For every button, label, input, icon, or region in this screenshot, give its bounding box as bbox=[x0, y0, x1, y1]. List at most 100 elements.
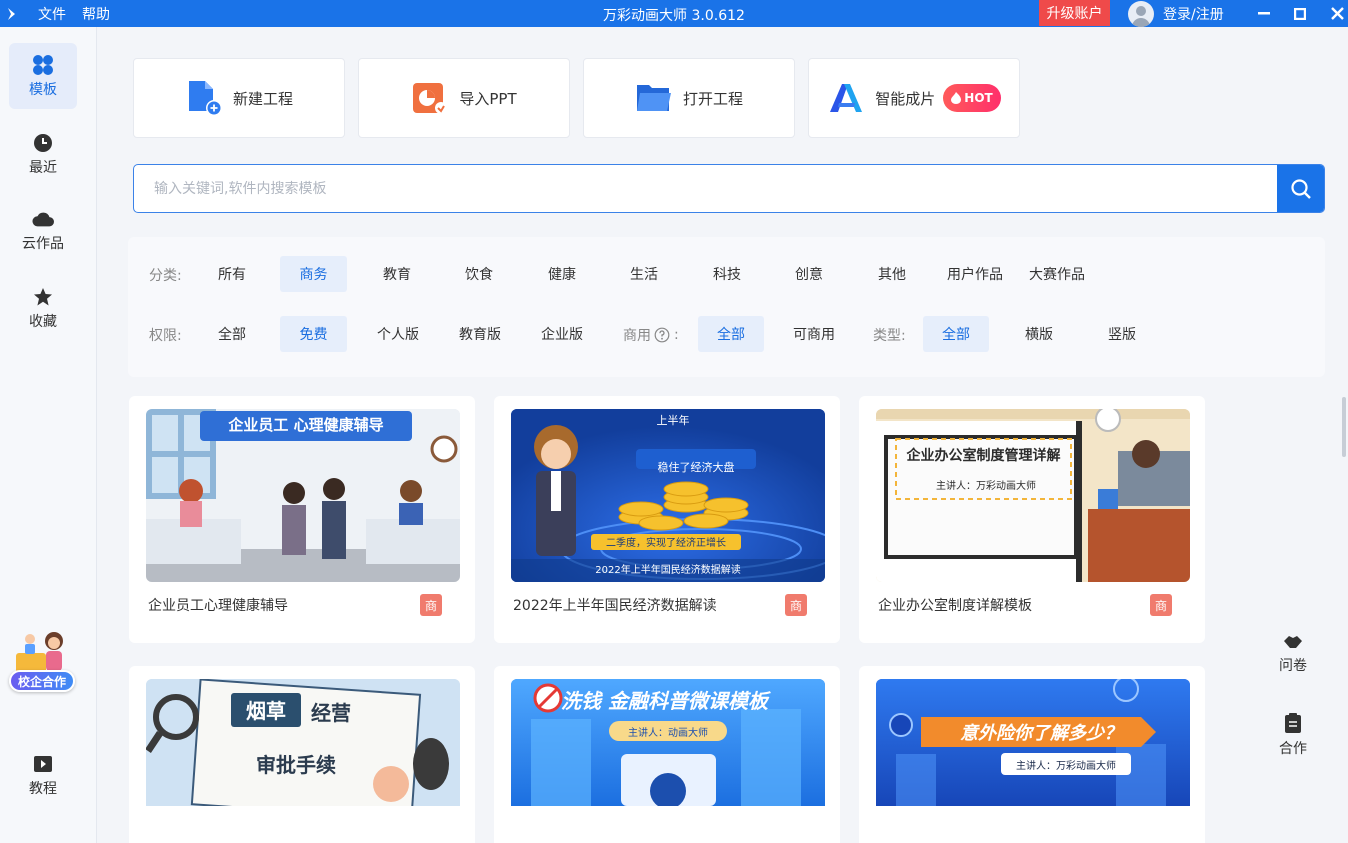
thumbnail-subtitle: 主讲人：万彩动画大师 bbox=[936, 481, 1036, 492]
scrollbar-thumb[interactable] bbox=[1342, 397, 1346, 457]
help-icon[interactable] bbox=[654, 327, 670, 343]
commercial-option-selected[interactable]: 全部 bbox=[698, 316, 764, 352]
grid-icon bbox=[32, 54, 54, 76]
category-option[interactable]: 生活 bbox=[623, 256, 665, 292]
category-option[interactable]: 其他 bbox=[871, 256, 913, 292]
search-input[interactable] bbox=[134, 165, 1278, 212]
category-option[interactable]: 教育 bbox=[376, 256, 418, 292]
template-name: 企业员工心理健康辅导 bbox=[148, 598, 288, 614]
template-thumbnail: 意外险你了解多少？ 主讲人：万彩动画大师 bbox=[876, 679, 1190, 806]
type-option[interactable]: 竖版 bbox=[1101, 316, 1143, 352]
cloud-icon bbox=[32, 208, 54, 230]
permission-option-selected[interactable]: 免费 bbox=[280, 316, 347, 352]
template-thumbnail: 企业员工 心理健康辅导 bbox=[146, 409, 460, 582]
search-icon bbox=[1290, 178, 1311, 199]
template-thumbnail: 上半年 稳住了经济大盘 二季度，实现了经济正增长 2022年上半年国民经济数据解… bbox=[511, 409, 825, 582]
template-card[interactable]: 意外险你了解多少？ 主讲人：万彩动画大师 bbox=[859, 666, 1205, 843]
thumbnail-title: 烟草 bbox=[246, 699, 286, 723]
template-name: 2022年上半年国民经济数据解读 bbox=[513, 598, 717, 614]
commercial-label: 商用 bbox=[623, 328, 651, 344]
type-option[interactable]: 横版 bbox=[1018, 316, 1060, 352]
new-file-icon bbox=[185, 79, 223, 117]
type-label: 类型: bbox=[873, 328, 906, 344]
sidebar-item-templates[interactable]: 模板 bbox=[9, 43, 77, 109]
category-filter-row: 分类: 所有 商务 教育 饮食 健康 生活 科技 创意 其他 用户作品 大赛作品 bbox=[128, 256, 1325, 292]
commercial-option[interactable]: 可商用 bbox=[786, 316, 842, 352]
sidebar-item-recent[interactable]: 最近 bbox=[9, 121, 77, 187]
thumbnail-title: 企业员工 心理健康辅导 bbox=[228, 416, 384, 434]
survey-button[interactable]: 问卷 bbox=[1271, 633, 1315, 675]
filter-panel: 分类: 所有 商务 教育 饮食 健康 生活 科技 创意 其他 用户作品 大赛作品… bbox=[128, 237, 1325, 377]
commercial-badge: 商 bbox=[785, 594, 807, 616]
category-option[interactable]: 所有 bbox=[211, 256, 253, 292]
template-name: 企业办公室制度详解模板 bbox=[878, 598, 1032, 614]
search-bar bbox=[133, 164, 1325, 213]
sidebar-item-label: 云作品 bbox=[22, 235, 64, 252]
survey-label: 问卷 bbox=[1279, 658, 1307, 674]
category-option[interactable]: 创意 bbox=[788, 256, 830, 292]
sidebar-item-label: 最近 bbox=[29, 159, 57, 176]
menu-file[interactable]: 文件 bbox=[38, 4, 66, 24]
category-option[interactable]: 用户作品 bbox=[940, 256, 1010, 292]
template-card[interactable]: 企业办公室制度管理详解 主讲人：万彩动画大师 企业办公室制度详解模板 商 bbox=[859, 396, 1205, 643]
open-project-label: 打开工程 bbox=[682, 89, 743, 108]
category-option[interactable]: 饮食 bbox=[458, 256, 500, 292]
sidebar-item-label: 模板 bbox=[29, 81, 57, 98]
new-project-label: 新建工程 bbox=[232, 89, 293, 108]
thumbnail-subtitle: 主讲人：动画大师 bbox=[628, 728, 708, 739]
commercial-badge: 商 bbox=[1150, 594, 1172, 616]
close-icon[interactable] bbox=[1322, 0, 1348, 27]
cooperation-button[interactable]: 合作 bbox=[1271, 712, 1315, 758]
clipboard-icon bbox=[1285, 713, 1301, 733]
minimize-icon[interactable] bbox=[1249, 0, 1279, 27]
template-card[interactable]: 企业员工 心理健康辅导 企业员工心理健康辅导 商 bbox=[129, 396, 475, 643]
ai-logo-icon bbox=[827, 79, 865, 117]
ai-video-label: 智能成片 bbox=[875, 89, 936, 108]
template-card[interactable]: 烟草 经营 审批手续 bbox=[129, 666, 475, 843]
search-button[interactable] bbox=[1277, 165, 1324, 212]
category-option[interactable]: 大赛作品 bbox=[1022, 256, 1092, 292]
category-label: 分类: bbox=[149, 268, 182, 284]
permission-option[interactable]: 教育版 bbox=[452, 316, 508, 352]
login-button[interactable]: 登录/注册 bbox=[1128, 0, 1224, 27]
open-project-button[interactable]: 打开工程 bbox=[583, 58, 795, 138]
thumbnail-title: 洗钱 金融科普微课模板 bbox=[561, 689, 768, 713]
sidebar-item-tutorial[interactable]: 教程 bbox=[9, 742, 77, 808]
school-enterprise-button[interactable]: 校企合作 bbox=[9, 670, 75, 692]
menu-help[interactable]: 帮助 bbox=[82, 4, 110, 24]
ai-video-button[interactable]: 智能成片 HOT bbox=[808, 58, 1020, 138]
type-option-selected[interactable]: 全部 bbox=[923, 316, 989, 352]
new-project-button[interactable]: 新建工程 bbox=[133, 58, 345, 138]
sidebar-item-cloud[interactable]: 云作品 bbox=[9, 197, 77, 263]
permission-option[interactable]: 企业版 bbox=[534, 316, 590, 352]
thumbnail-title: 意外险你了解多少？ bbox=[960, 723, 1122, 744]
category-option[interactable]: 科技 bbox=[706, 256, 748, 292]
sidebar-item-label: 收藏 bbox=[29, 313, 57, 330]
thumbnail-subtitle: 经营 bbox=[311, 701, 351, 725]
play-icon bbox=[32, 753, 54, 775]
import-ppt-label: 导入PPT bbox=[459, 89, 517, 108]
category-option[interactable]: 健康 bbox=[541, 256, 583, 292]
app-logo-icon bbox=[0, 0, 22, 27]
upgrade-account-button[interactable]: 升级账户 bbox=[1039, 0, 1110, 26]
import-ppt-button[interactable]: 导入PPT bbox=[358, 58, 570, 138]
template-card[interactable]: 上半年 稳住了经济大盘 二季度，实现了经济正增长 2022年上半年国民经济数据解… bbox=[494, 396, 840, 643]
maximize-icon[interactable] bbox=[1285, 0, 1315, 27]
thumbnail-title: 企业办公室制度管理详解 bbox=[906, 448, 1061, 464]
title-bar: 文件 帮助 万彩动画大师 3.0.612 升级账户 登录/注册 bbox=[0, 0, 1348, 27]
thumbnail-caption: 审批手续 bbox=[256, 753, 336, 777]
commercial-badge: 商 bbox=[420, 594, 442, 616]
permission-option[interactable]: 全部 bbox=[211, 316, 253, 352]
cooperation-label: 合作 bbox=[1279, 741, 1307, 757]
sidebar-item-favorites[interactable]: 收藏 bbox=[9, 275, 77, 341]
login-label: 登录/注册 bbox=[1163, 6, 1224, 23]
template-card[interactable]: 洗钱 金融科普微课模板 主讲人：动画大师 bbox=[494, 666, 840, 843]
category-option-selected[interactable]: 商务 bbox=[280, 256, 347, 292]
permission-label: 权限: bbox=[149, 328, 182, 344]
thumbnail-caption: 二季度，实现了经济正增长 bbox=[606, 538, 726, 549]
folder-icon bbox=[635, 79, 673, 117]
sidebar-item-label: 教程 bbox=[29, 780, 57, 797]
thumbnail-subtitle: 主讲人：万彩动画大师 bbox=[1016, 761, 1116, 772]
permission-option[interactable]: 个人版 bbox=[370, 316, 426, 352]
thumbnail-title: 上半年 bbox=[656, 414, 690, 427]
